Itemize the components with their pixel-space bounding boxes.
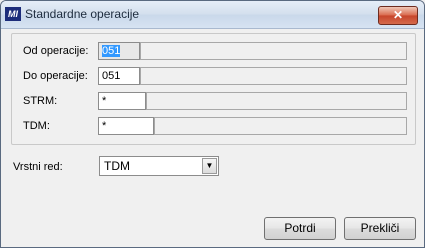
app-logo-icon: MI [5, 7, 21, 21]
strm-input[interactable]: * [98, 92, 146, 110]
vrstni-red-value: TDM [104, 159, 130, 173]
title-bar[interactable]: MI Standardne operacije ✕ [1, 1, 424, 29]
row-do-operacije: Do operacije: 051 [12, 67, 415, 87]
preklici-button[interactable]: Prekliči [344, 217, 416, 240]
potrdi-button[interactable]: Potrdi [264, 217, 336, 240]
od-operacije-description [140, 42, 407, 60]
vrstni-red-select[interactable]: TDM ▼ [99, 156, 219, 176]
do-operacije-input[interactable]: 051 [98, 67, 140, 85]
vrstni-red-label: Vrstni red: [13, 161, 63, 173]
do-operacije-label: Do operacije: [23, 70, 88, 82]
tdm-label: TDM: [23, 120, 50, 132]
close-icon: ✕ [392, 8, 404, 22]
od-operacije-input[interactable]: 051 [98, 42, 140, 60]
window-title: Standardne operacije [25, 7, 140, 21]
row-strm: STRM: * [12, 92, 415, 112]
close-button[interactable]: ✕ [378, 6, 418, 25]
dialog-window: MI Standardne operacije ✕ Od operacije: … [0, 0, 425, 248]
row-tdm: TDM: * [12, 117, 415, 137]
row-od-operacije: Od operacije: 051 [12, 42, 415, 62]
filter-group: Od operacije: 051 Do operacije: 051 STRM… [11, 33, 416, 145]
strm-label: STRM: [23, 95, 58, 107]
tdm-input[interactable]: * [98, 117, 154, 135]
strm-description [146, 92, 407, 110]
chevron-down-icon[interactable]: ▼ [202, 158, 217, 174]
od-operacije-label: Od operacije: [23, 45, 89, 57]
do-operacije-description [140, 67, 407, 85]
tdm-description [154, 117, 407, 135]
